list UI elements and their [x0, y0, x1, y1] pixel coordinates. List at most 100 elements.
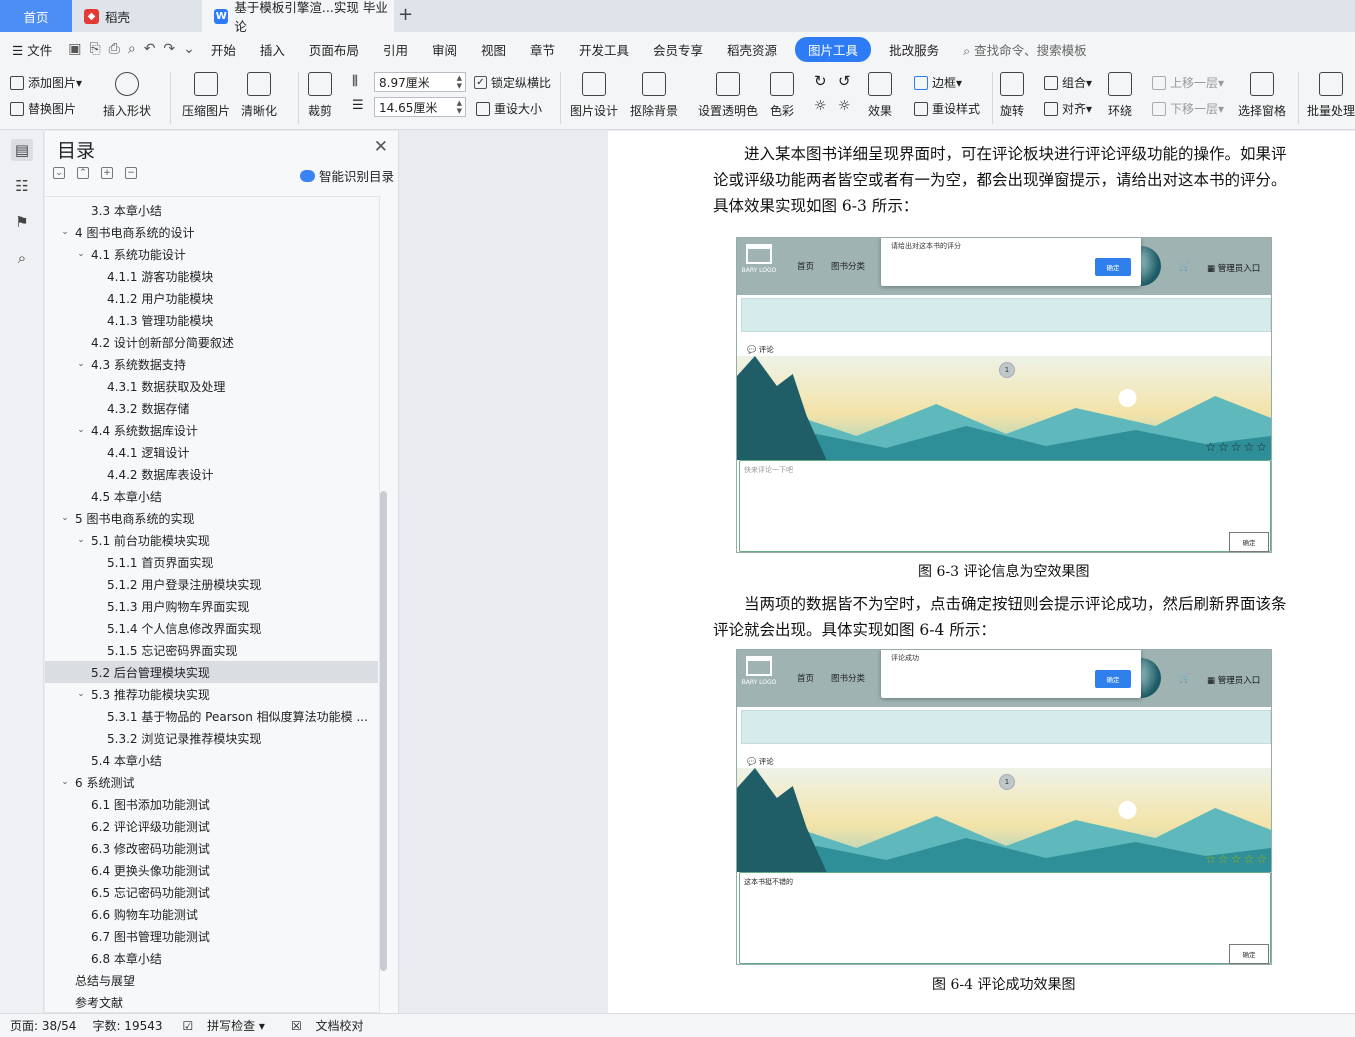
toc-item[interactable]: 5.1.1 首页界面实现 [45, 551, 378, 573]
customize-icon[interactable]: ⌄ [183, 41, 195, 57]
toc-item[interactable]: ⌄ 4.4 系统数据库设计 [45, 419, 378, 441]
chevron-down-icon[interactable]: ⌄ [75, 425, 87, 435]
new-tab-icon[interactable]: + [398, 4, 413, 25]
toc-item[interactable]: 5.1.5 忘记密码界面实现 [45, 639, 378, 661]
toc-item[interactable]: 4.2 设计创新部分简要叙述 [45, 331, 378, 353]
toc-item[interactable]: 5.1.4 个人信息修改界面实现 [45, 617, 378, 639]
reset-style-button[interactable]: 重设样式 [914, 100, 980, 117]
command-search[interactable]: ⌕ 查找命令、搜索模板 [951, 40, 1099, 59]
set-transparent-button[interactable]: 设置透明色 [698, 72, 758, 119]
rotate-button[interactable]: 旋转 [1000, 72, 1024, 119]
batch-process-button[interactable]: 批量处理 [1307, 72, 1355, 119]
save-icon[interactable]: ▣ [68, 41, 81, 57]
redo-icon[interactable]: ↷ [163, 41, 175, 57]
menu-review[interactable]: 审阅 [420, 40, 469, 59]
toc-item[interactable]: 6.4 更换头像功能测试 [45, 859, 378, 881]
toc-item[interactable]: 4.4.1 逻辑设计 [45, 441, 378, 463]
toc-item[interactable]: 6.3 修改密码功能测试 [45, 837, 378, 859]
toc-item[interactable]: 4.4.2 数据库表设计 [45, 463, 378, 485]
brightness-up-icon[interactable]: ☼ [814, 98, 827, 114]
toc-item[interactable]: ⌄ 4.1 系统功能设计 [45, 243, 378, 265]
group-button[interactable]: 组合 ▾ [1044, 74, 1092, 91]
toc-item[interactable]: 5.3.1 基于物品的 Pearson 相似度算法功能模 ... [45, 705, 378, 727]
spin-arrows-icon[interactable]: ▲ ▼ [457, 99, 462, 115]
toc-scrollbar[interactable] [380, 491, 387, 971]
clarity-button[interactable]: 清晰化 [241, 72, 277, 119]
menu-view[interactable]: 视图 [469, 40, 518, 59]
tab-daoke[interactable]: ◆ 稻壳 [72, 0, 202, 32]
word-count[interactable]: 字数: 19543 [92, 1017, 162, 1034]
figure-6-4-image[interactable]: BARY LOGO 首页 图书分类 🛒 ▦ 管理员入口 评论成功 确定 💬 评论… [736, 649, 1272, 965]
toc-icon[interactable]: ▤ [11, 139, 33, 161]
smart-toc-button[interactable]: 智能识别目录 [299, 166, 394, 185]
bring-forward-button[interactable]: 上移一层 ▾ [1152, 74, 1224, 91]
toc-item[interactable]: 6.6 购物车功能测试 [45, 903, 378, 925]
replace-image-button[interactable]: 替换图片 [10, 100, 76, 117]
crop-button[interactable]: 裁剪 [308, 72, 332, 119]
toc-item[interactable]: 4.1.1 游客功能模块 [45, 265, 378, 287]
tab-document[interactable]: W 基于模板引擎渲...实现 毕业论 [202, 0, 394, 34]
toc-item[interactable]: ⌄ 5.3 推荐功能模块实现 [45, 683, 378, 705]
menu-start[interactable]: 开始 [199, 40, 248, 59]
menu-dev-tools[interactable]: 开发工具 [567, 40, 641, 59]
effect-button[interactable]: 效果 [868, 72, 892, 119]
toc-item[interactable]: 5.1.3 用户购物车界面实现 [45, 595, 378, 617]
close-icon[interactable]: ✕ [374, 137, 388, 157]
align-button[interactable]: 对齐 ▾ [1044, 100, 1092, 117]
tab-home[interactable]: 首页 [0, 0, 72, 32]
toc-item[interactable]: ⌄ 5.1 前台功能模块实现 [45, 529, 378, 551]
height-input[interactable]: 14.65厘米 ▲ ▼ [374, 97, 466, 117]
toc-item[interactable]: 6.8 本章小结 [45, 947, 378, 969]
expand-up-icon[interactable]: ⌃ [77, 167, 89, 179]
menu-correction[interactable]: 批改服务 [877, 40, 951, 59]
menu-references[interactable]: 引用 [371, 40, 420, 59]
chevron-down-icon[interactable]: ⌄ [75, 249, 87, 259]
rotate-left-icon[interactable]: ↻ [814, 72, 827, 90]
chevron-down-icon[interactable]: ⌄ [75, 359, 87, 369]
send-backward-button[interactable]: 下移一层 ▾ [1152, 100, 1224, 117]
remove-item-icon[interactable]: − [125, 167, 137, 179]
insert-shape-button[interactable]: 插入形状 [103, 72, 151, 119]
toc-item[interactable]: 5.4 本章小结 [45, 749, 378, 771]
toc-item[interactable]: ⌄ 4.3 系统数据支持 [45, 353, 378, 375]
menu-insert[interactable]: 插入 [248, 40, 297, 59]
toc-item[interactable]: 4.1.3 管理功能模块 [45, 309, 378, 331]
toc-item[interactable]: ⌄ 6 系统测试 [45, 771, 378, 793]
find-icon[interactable]: ⌕ [11, 247, 33, 269]
brightness-down-icon[interactable]: ☼ [838, 98, 851, 114]
reset-size-button[interactable]: 重设大小 [476, 100, 542, 117]
toc-item[interactable]: 4.1.2 用户功能模块 [45, 287, 378, 309]
spin-arrows-icon[interactable]: ▲ ▼ [457, 74, 462, 90]
chevron-down-icon[interactable]: ⌄ [75, 689, 87, 699]
doc-proof-button[interactable]: ☒ 文档校对 [281, 1017, 364, 1034]
toc-item[interactable]: 参考文献 [45, 991, 378, 1012]
chevron-down-icon[interactable]: ⌄ [59, 777, 71, 787]
wrap-button[interactable]: 环绕 [1108, 72, 1132, 119]
menu-picture-tools[interactable]: 图片工具 [795, 36, 872, 62]
toc-item[interactable]: ⌄ 4 图书电商系统的设计 [45, 221, 378, 243]
compress-image-button[interactable]: 压缩图片 [182, 72, 230, 119]
menu-section[interactable]: 章节 [518, 40, 567, 59]
print-icon[interactable]: ⎙ [109, 41, 120, 57]
navigation-icon[interactable]: ☷ [11, 175, 33, 197]
image-design-button[interactable]: 图片设计 [570, 72, 618, 119]
menu-member[interactable]: 会员专享 [641, 40, 715, 59]
preview-icon[interactable]: ⌕ [128, 41, 136, 57]
color-button[interactable]: 色彩 [770, 72, 794, 119]
toc-item[interactable]: 6.2 评论评级功能测试 [45, 815, 378, 837]
toc-item[interactable]: 总结与展望 [45, 969, 378, 991]
chevron-down-icon[interactable]: ⌄ [59, 513, 71, 523]
page-count[interactable]: 页面: 38/54 [10, 1017, 76, 1034]
width-input[interactable]: 8.97厘米 ▲ ▼ [374, 72, 466, 92]
toc-item[interactable]: 6.7 图书管理功能测试 [45, 925, 378, 947]
menu-layout[interactable]: 页面布局 [297, 40, 371, 59]
toc-item[interactable]: 4.3.1 数据获取及处理 [45, 375, 378, 397]
toc-item[interactable]: 5.1.2 用户登录注册模块实现 [45, 573, 378, 595]
undo-icon[interactable]: ↶ [144, 41, 156, 57]
rotate-right-icon[interactable]: ↺ [838, 72, 851, 90]
lock-ratio-checkbox[interactable]: ✓ 锁定纵横比 [474, 74, 551, 91]
toc-item[interactable]: 6.1 图书添加功能测试 [45, 793, 378, 815]
toc-item[interactable]: 4.3.2 数据存储 [45, 397, 378, 419]
collapse-all-icon[interactable]: ⌄ [53, 167, 65, 179]
chevron-down-icon[interactable]: ⌄ [59, 227, 71, 237]
